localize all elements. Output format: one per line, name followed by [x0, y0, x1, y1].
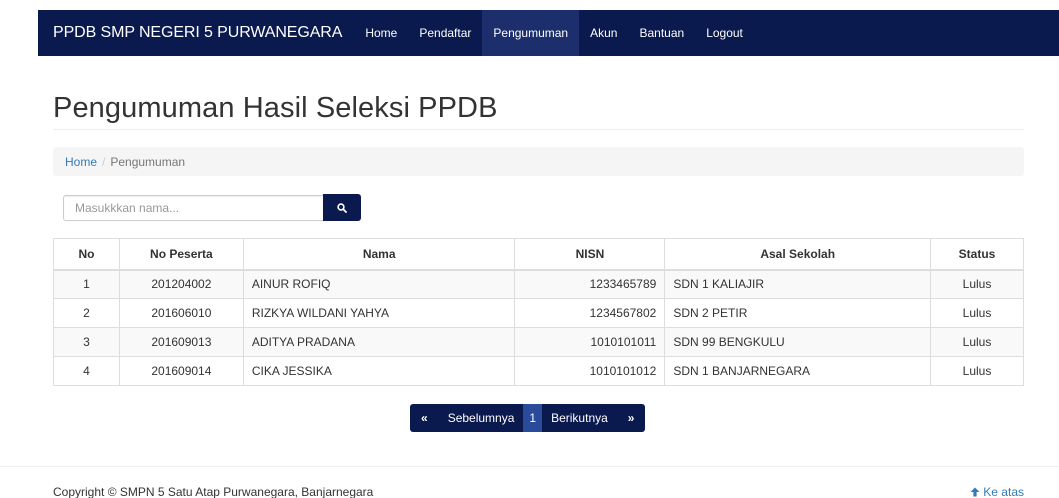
cell-nama: CIKA JESSIKA: [242, 356, 516, 386]
breadcrumb: Home / Pengumuman: [53, 147, 1024, 176]
cell-status: Lulus: [930, 298, 1024, 328]
cell-nisn: 1234567802: [514, 298, 666, 328]
cell-status: Lulus: [930, 327, 1024, 357]
cell-status: Lulus: [930, 269, 1024, 299]
cell-no: 3: [53, 327, 120, 357]
cell-nama: ADITYA PRADANA: [242, 327, 516, 357]
back-to-top-label: Ke atas: [983, 485, 1024, 498]
arrow-up-icon: [970, 487, 980, 497]
pagination-last-button[interactable]: »: [617, 404, 646, 432]
search-input[interactable]: [63, 195, 323, 221]
search-button[interactable]: [323, 194, 361, 221]
cell-asal-sekolah: SDN 2 PETIR: [664, 298, 932, 328]
nav-item-logout[interactable]: Logout: [695, 10, 754, 56]
cell-no: 4: [53, 356, 120, 386]
header-no: No: [53, 238, 120, 271]
cell-asal-sekolah: SDN 99 BENGKULU: [664, 327, 932, 357]
cell-no: 2: [53, 298, 120, 328]
header-status: Status: [930, 238, 1024, 271]
table-row: 3 201609013 ADITYA PRADANA 1010101011 SD…: [53, 327, 1024, 357]
breadcrumb-separator: /: [102, 154, 106, 169]
navbar: PPDB SMP NEGERI 5 PURWANEGARA Home Penda…: [38, 10, 1059, 56]
nav-menu: Home Pendaftar Pengumuman Akun Bantuan L…: [354, 10, 754, 56]
table-header-row: No No Peserta Nama NISN Asal Sekolah Sta…: [53, 238, 1024, 271]
table-row: 2 201606010 RIZKYA WILDANI YAHYA 1234567…: [53, 298, 1024, 328]
cell-nisn: 1233465789: [514, 269, 666, 299]
results-table: No No Peserta Nama NISN Asal Sekolah Sta…: [53, 238, 1024, 386]
pagination: « Sebelumnya 1 Berikutnya »: [410, 404, 646, 432]
nav-item-pendaftar[interactable]: Pendaftar: [408, 10, 482, 56]
search-icon: [337, 202, 347, 213]
cell-status: Lulus: [930, 356, 1024, 386]
cell-no-peserta: 201606010: [118, 298, 244, 328]
header-asal-sekolah: Asal Sekolah: [664, 238, 932, 271]
table-row: 4 201609014 CIKA JESSIKA 1010101012 SDN …: [53, 356, 1024, 386]
cell-no-peserta: 201609014: [118, 356, 244, 386]
footer-divider: [0, 466, 1059, 467]
back-to-top-link[interactable]: Ke atas: [970, 485, 1024, 498]
title-divider: [53, 129, 1024, 130]
cell-asal-sekolah: SDN 1 KALIAJIR: [664, 269, 932, 299]
footer-copyright: Copyright © SMPN 5 Satu Atap Purwanegara…: [53, 485, 374, 498]
cell-nama: RIZKYA WILDANI YAHYA: [242, 298, 516, 328]
header-nama: Nama: [242, 238, 516, 271]
navbar-brand[interactable]: PPDB SMP NEGERI 5 PURWANEGARA: [38, 24, 354, 42]
cell-nama: AINUR ROFIQ: [242, 269, 516, 299]
pagination-prev-button[interactable]: Sebelumnya: [439, 404, 524, 432]
nav-item-home[interactable]: Home: [354, 10, 408, 56]
page-title: Pengumuman Hasil Seleksi PPDB: [53, 92, 498, 124]
header-no-peserta: No Peserta: [118, 238, 244, 271]
cell-nisn: 1010101011: [514, 327, 666, 357]
nav-item-bantuan[interactable]: Bantuan: [628, 10, 695, 56]
cell-no-peserta: 201204002: [118, 269, 244, 299]
pagination-first-button[interactable]: «: [410, 404, 439, 432]
pagination-next-button[interactable]: Berikutnya: [542, 404, 617, 432]
table-row: 1 201204002 AINUR ROFIQ 1233465789 SDN 1…: [53, 269, 1024, 299]
header-nisn: NISN: [514, 238, 666, 271]
cell-no: 1: [53, 269, 120, 299]
cell-no-peserta: 201609013: [118, 327, 244, 357]
cell-asal-sekolah: SDN 1 BANJARNEGARA: [664, 356, 932, 386]
pagination-page-1[interactable]: 1: [523, 404, 543, 432]
nav-item-pengumuman[interactable]: Pengumuman: [482, 10, 580, 56]
nav-item-akun[interactable]: Akun: [579, 10, 628, 56]
breadcrumb-current: Pengumuman: [110, 154, 186, 169]
cell-nisn: 1010101012: [514, 356, 666, 386]
breadcrumb-home-link[interactable]: Home: [65, 155, 97, 169]
